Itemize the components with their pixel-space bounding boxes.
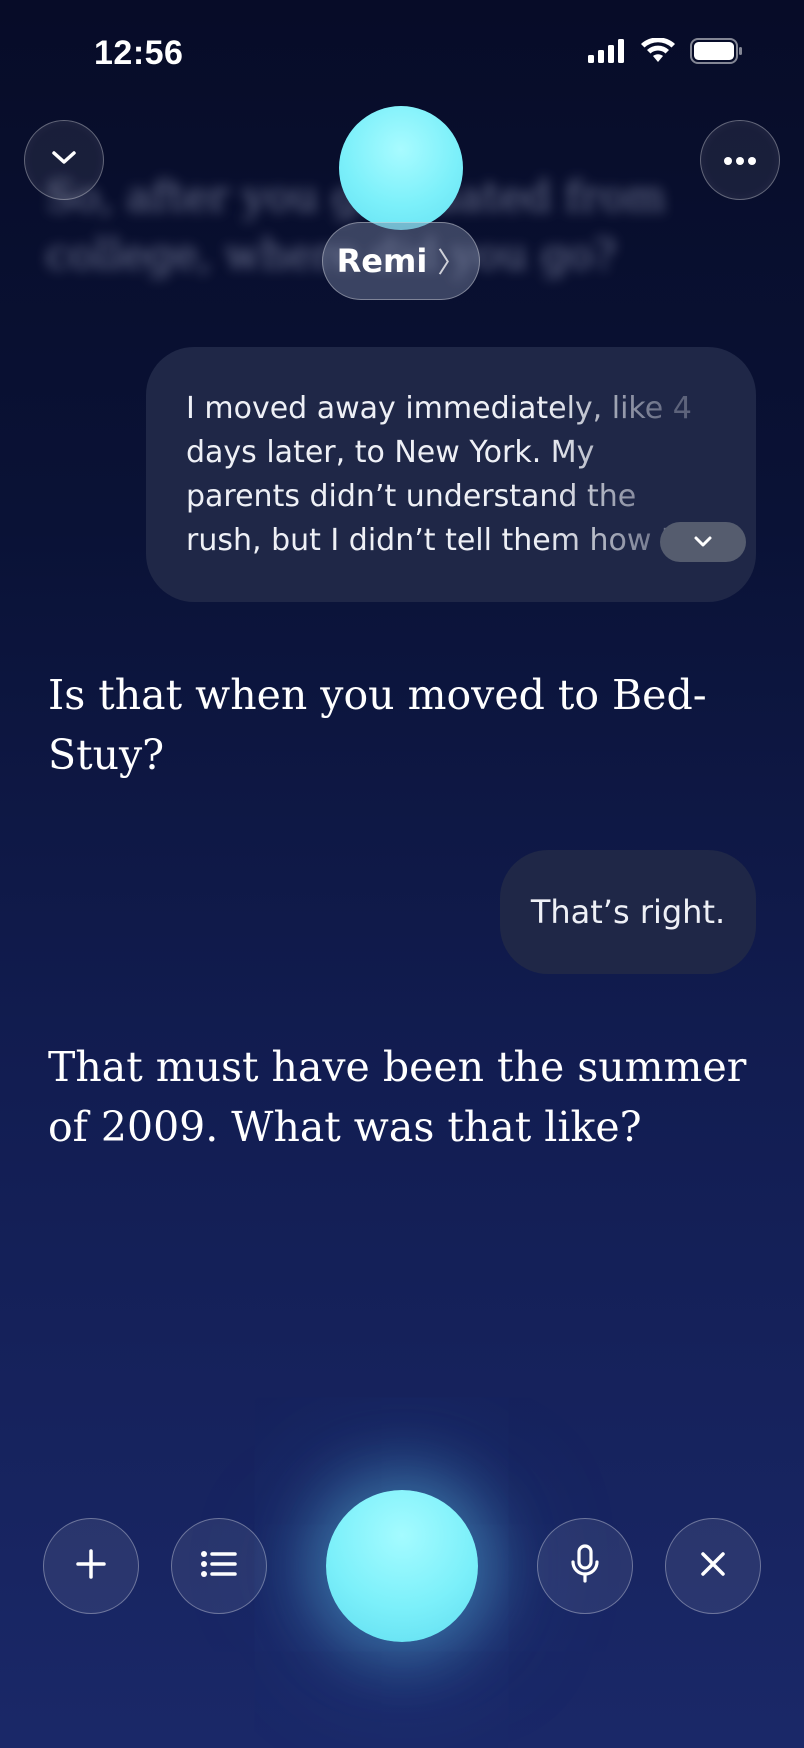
more-icon <box>723 151 757 170</box>
wifi-icon <box>640 37 676 68</box>
microphone-icon <box>570 1544 600 1588</box>
plus-icon <box>75 1548 107 1584</box>
voice-orb-button[interactable] <box>326 1490 478 1642</box>
collapse-button[interactable] <box>24 120 104 200</box>
add-button[interactable] <box>43 1518 139 1614</box>
microphone-button[interactable] <box>537 1518 633 1614</box>
chevron-right-icon: 〉 <box>437 246 466 279</box>
chevron-down-icon <box>693 533 713 552</box>
end-session-button[interactable] <box>665 1518 761 1614</box>
more-options-button[interactable] <box>700 120 780 200</box>
transcript-list-button[interactable] <box>171 1518 267 1614</box>
user-message-bubble: That’s right. <box>500 850 756 974</box>
user-message-text: That’s right. <box>530 893 726 931</box>
signal-icon <box>588 39 626 67</box>
status-time: 12:56 <box>94 34 184 72</box>
assistant-message: Is that when you moved to Bed-Stuy? <box>48 671 707 779</box>
assistant-avatar-orb <box>339 106 463 230</box>
status-icons <box>588 37 744 68</box>
user-message-bubble: I moved away immediately, like 4 days la… <box>146 347 756 602</box>
battery-icon <box>690 38 744 68</box>
chevron-down-icon <box>50 149 78 171</box>
close-icon <box>699 1550 727 1582</box>
assistant-message: That must have been the summer of 2009. … <box>48 1043 747 1151</box>
list-icon <box>200 1550 238 1582</box>
assistant-name: Remi <box>336 242 428 280</box>
user-message-text: I moved away immediately, like 4 days la… <box>186 391 692 558</box>
assistant-name-pill[interactable]: Remi 〉 <box>322 222 480 300</box>
expand-message-button[interactable] <box>660 522 746 562</box>
